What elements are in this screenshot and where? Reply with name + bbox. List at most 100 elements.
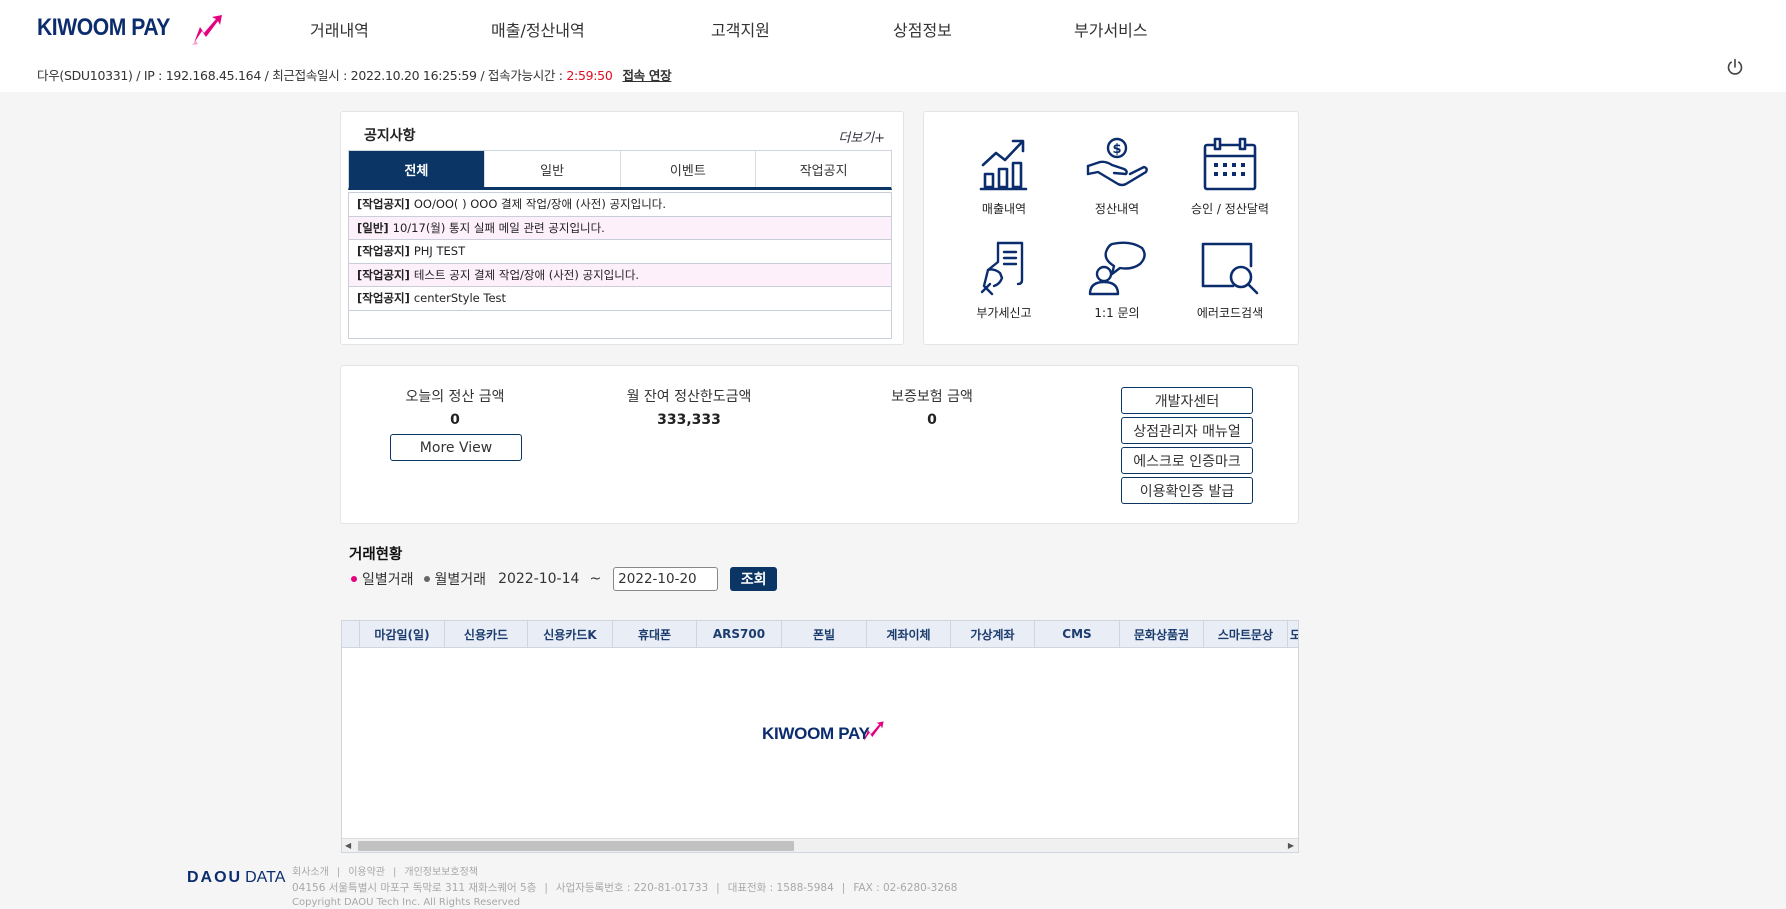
notice-item[interactable]: [작업공지] OO/OO( ) OOO 결제 작업/장애 (사전) 공지입니다. [349,193,891,217]
quick-settlement-label: 정산내역 [1094,202,1140,216]
search-button[interactable]: 조회 [730,567,778,591]
grid-header-cell[interactable]: 계좌이체 [867,621,951,647]
insurance-amount-label: 보증보험 금액 [891,389,973,405]
power-icon[interactable] [1725,57,1745,77]
grid-header-cell[interactable]: 휴대폰 [613,621,697,647]
admin-manual-button[interactable]: 상점관리자 매뉴얼 [1121,417,1253,444]
notice-text: OO/OO( ) OOO 결제 작업/장애 (사전) 공지입니다. [413,197,667,211]
header: KIWOOM PAY 거래내역 매출/정산내역 고객지원 상점정보 부가서비스 … [0,0,1786,92]
transactions-title: 거래현황 [349,547,403,563]
escrow-mark-button[interactable]: 에스크로 인증마크 [1121,447,1253,474]
radio-dot [351,576,357,582]
quick-error-search[interactable]: 에러코드검색 [1175,240,1285,321]
footer-link-terms[interactable]: 이용약관 [348,867,385,878]
notice-text: centerStyle Test [413,291,507,305]
grid-header-cell[interactable]: 신용카드 [445,621,528,647]
footer-link-privacy[interactable]: 개인정보보호정책 [404,867,478,878]
quick-settlement[interactable]: $ 정산내역 [1062,136,1172,217]
grid-header-cell[interactable]: 문화상품권 [1120,621,1204,647]
quick-sales-label: 매출내역 [981,202,1027,216]
receipt-hand-icon [980,241,1024,296]
grid-header-cell[interactable]: 가상계좌 [951,621,1035,647]
tab-all[interactable]: 전체 [349,151,485,187]
insurance-amount-value: 0 [927,412,937,428]
quick-vat-label: 부가세신고 [976,306,1032,320]
footer-copyright: Copyright DAOU Tech Inc. All Rights Rese… [292,897,521,908]
developer-center-button[interactable]: 개발자센터 [1121,387,1253,414]
monthly-radio[interactable]: 월별거래 [423,569,486,589]
notice-text: 테스트 공지 결제 작업/장애 (사전) 공지입니다. [413,267,640,282]
quick-inquiry-label: 1:1 문의 [1094,306,1140,320]
radio-dot [423,576,430,582]
notice-text: 10/17(월) 통지 실패 메일 관련 공지입니다. [392,220,605,235]
nav-sales-settlement[interactable]: 매출/정산내역 [491,17,585,41]
logo-text: KIWOOM PAY [37,14,170,41]
grid-header-cell[interactable]: ARS700 [697,621,782,647]
grid-header-cell[interactable]: 스마트문상 [1204,621,1288,647]
notice-category: [일반] [357,220,389,235]
nav-transactions[interactable]: 거래내역 [310,17,369,41]
footer-links: 회사소개 | 이용약관 | 개인정보보호정책 [292,867,478,878]
grid-header-cell[interactable]: CMS [1035,621,1120,647]
nav-customer-support[interactable]: 고객지원 [711,17,770,41]
session-info: 다우(SDU10331) / IP : 192.168.45.164 / 최근접… [37,65,672,84]
sales-chart-icon [979,139,1028,191]
magnifier-icon [1201,242,1259,295]
footer-logo-rest: DATA [245,869,286,886]
footer-address: 04156 서울특별시 마포구 독막로 311 재화스퀘어 5층 | 사업자등록번호… [292,882,958,894]
daily-radio[interactable]: 일별거래 [351,569,414,589]
grid-header-cell[interactable]: 신용카드K [528,621,613,647]
svg-text:$: $ [1112,142,1121,157]
today-settlement: 오늘의 정산 금액 0 [365,386,545,428]
tab-maintenance[interactable]: 작업공지 [756,151,891,187]
notice-more-link[interactable]: 더보기+ [838,127,885,146]
grid-header-cell[interactable]: 폰빌 [782,621,867,647]
grid-header-cell[interactable]: 마감일(일) [360,621,445,647]
notice-item[interactable]: [작업공지] 테스트 공지 결제 작업/장애 (사전) 공지입니다. [349,263,891,287]
more-view-button[interactable]: More View [390,434,522,461]
grid-logo-text: KIWOOM PAY [762,724,870,743]
nav-store-info[interactable]: 상점정보 [893,17,952,41]
insurance-amount: 보증보험 금액 0 [842,386,1022,428]
scroll-left-arrow-icon[interactable]: ◀ [345,841,351,850]
usage-certificate-button[interactable]: 이용확인증 발급 [1121,477,1253,504]
notice-list: [작업공지] OO/OO( ) OOO 결제 작업/장애 (사전) 공지입니다. … [348,192,892,339]
notice-item[interactable]: [작업공지] PHJ TEST [349,240,891,264]
quick-calendar[interactable]: 승인 / 정산달력 [1175,136,1285,217]
quick-vat-report[interactable]: 부가세신고 [949,240,1059,321]
monthly-limit: 월 잔여 정산한도금액 333,333 [599,386,779,428]
notice-tabs: 전체 일반 이벤트 작업공지 [348,150,892,190]
quick-menu-panel: 매출내역 $ 정산내역 승인 / 정산달력 부가세신고 1:1 문의 에러코드검… [923,111,1299,345]
notice-category: [작업공지] [357,197,410,211]
grid-header-cell [342,621,360,647]
kiwoom-pay-logo[interactable]: KIWOOM PAY [37,13,222,45]
footer-address-text: 04156 서울특별시 마포구 독막로 311 재화스퀘어 5층 [292,882,537,894]
horizontal-scrollbar[interactable]: ◀ ▶ [342,838,1298,852]
grid-header-cell[interactable]: 도 [1288,621,1298,647]
logo-arrow-icon [192,15,222,45]
notice-category: [작업공지] [357,244,410,258]
transactions-grid: 마감일(일) 신용카드 신용카드K 휴대폰 ARS700 폰빌 계좌이체 가상계… [341,620,1299,853]
nav-additional-services[interactable]: 부가서비스 [1074,17,1148,41]
footer-phone: 대표전화 : 1588-5984 [727,882,834,894]
quick-inquiry[interactable]: 1:1 문의 [1062,240,1172,321]
scrollbar-thumb[interactable] [358,841,794,851]
session-remaining-time: 2:59:50 [566,68,613,83]
tab-event[interactable]: 이벤트 [620,151,757,187]
today-settlement-label: 오늘의 정산 금액 [405,389,505,405]
session-extend-link[interactable]: 접속 연장 [622,68,671,83]
daou-data-logo[interactable]: DAOU DATA [187,869,285,887]
quick-sales[interactable]: 매출내역 [949,136,1059,217]
session-details: 다우(SDU10331) / IP : 192.168.45.164 / 최근접… [37,68,567,83]
notice-item[interactable]: [작업공지] centerStyle Test [349,287,891,311]
footer-logo-bold: DAOU [187,869,243,886]
date-to-input[interactable] [613,567,719,591]
tab-general[interactable]: 일반 [484,151,621,187]
date-from[interactable]: 2022-10-14 [498,571,579,587]
grid-empty-logo: KIWOOM PAY [762,721,884,748]
footer-business-number: 사업자등록번호 : 220-81-01733 [555,882,709,894]
notice-item[interactable]: [일반] 10/17(월) 통지 실패 메일 관련 공지입니다. [349,216,891,240]
quick-error-label: 에러코드검색 [1196,306,1264,320]
scroll-right-arrow-icon[interactable]: ▶ [1288,841,1294,850]
footer-link-about[interactable]: 회사소개 [292,867,329,878]
